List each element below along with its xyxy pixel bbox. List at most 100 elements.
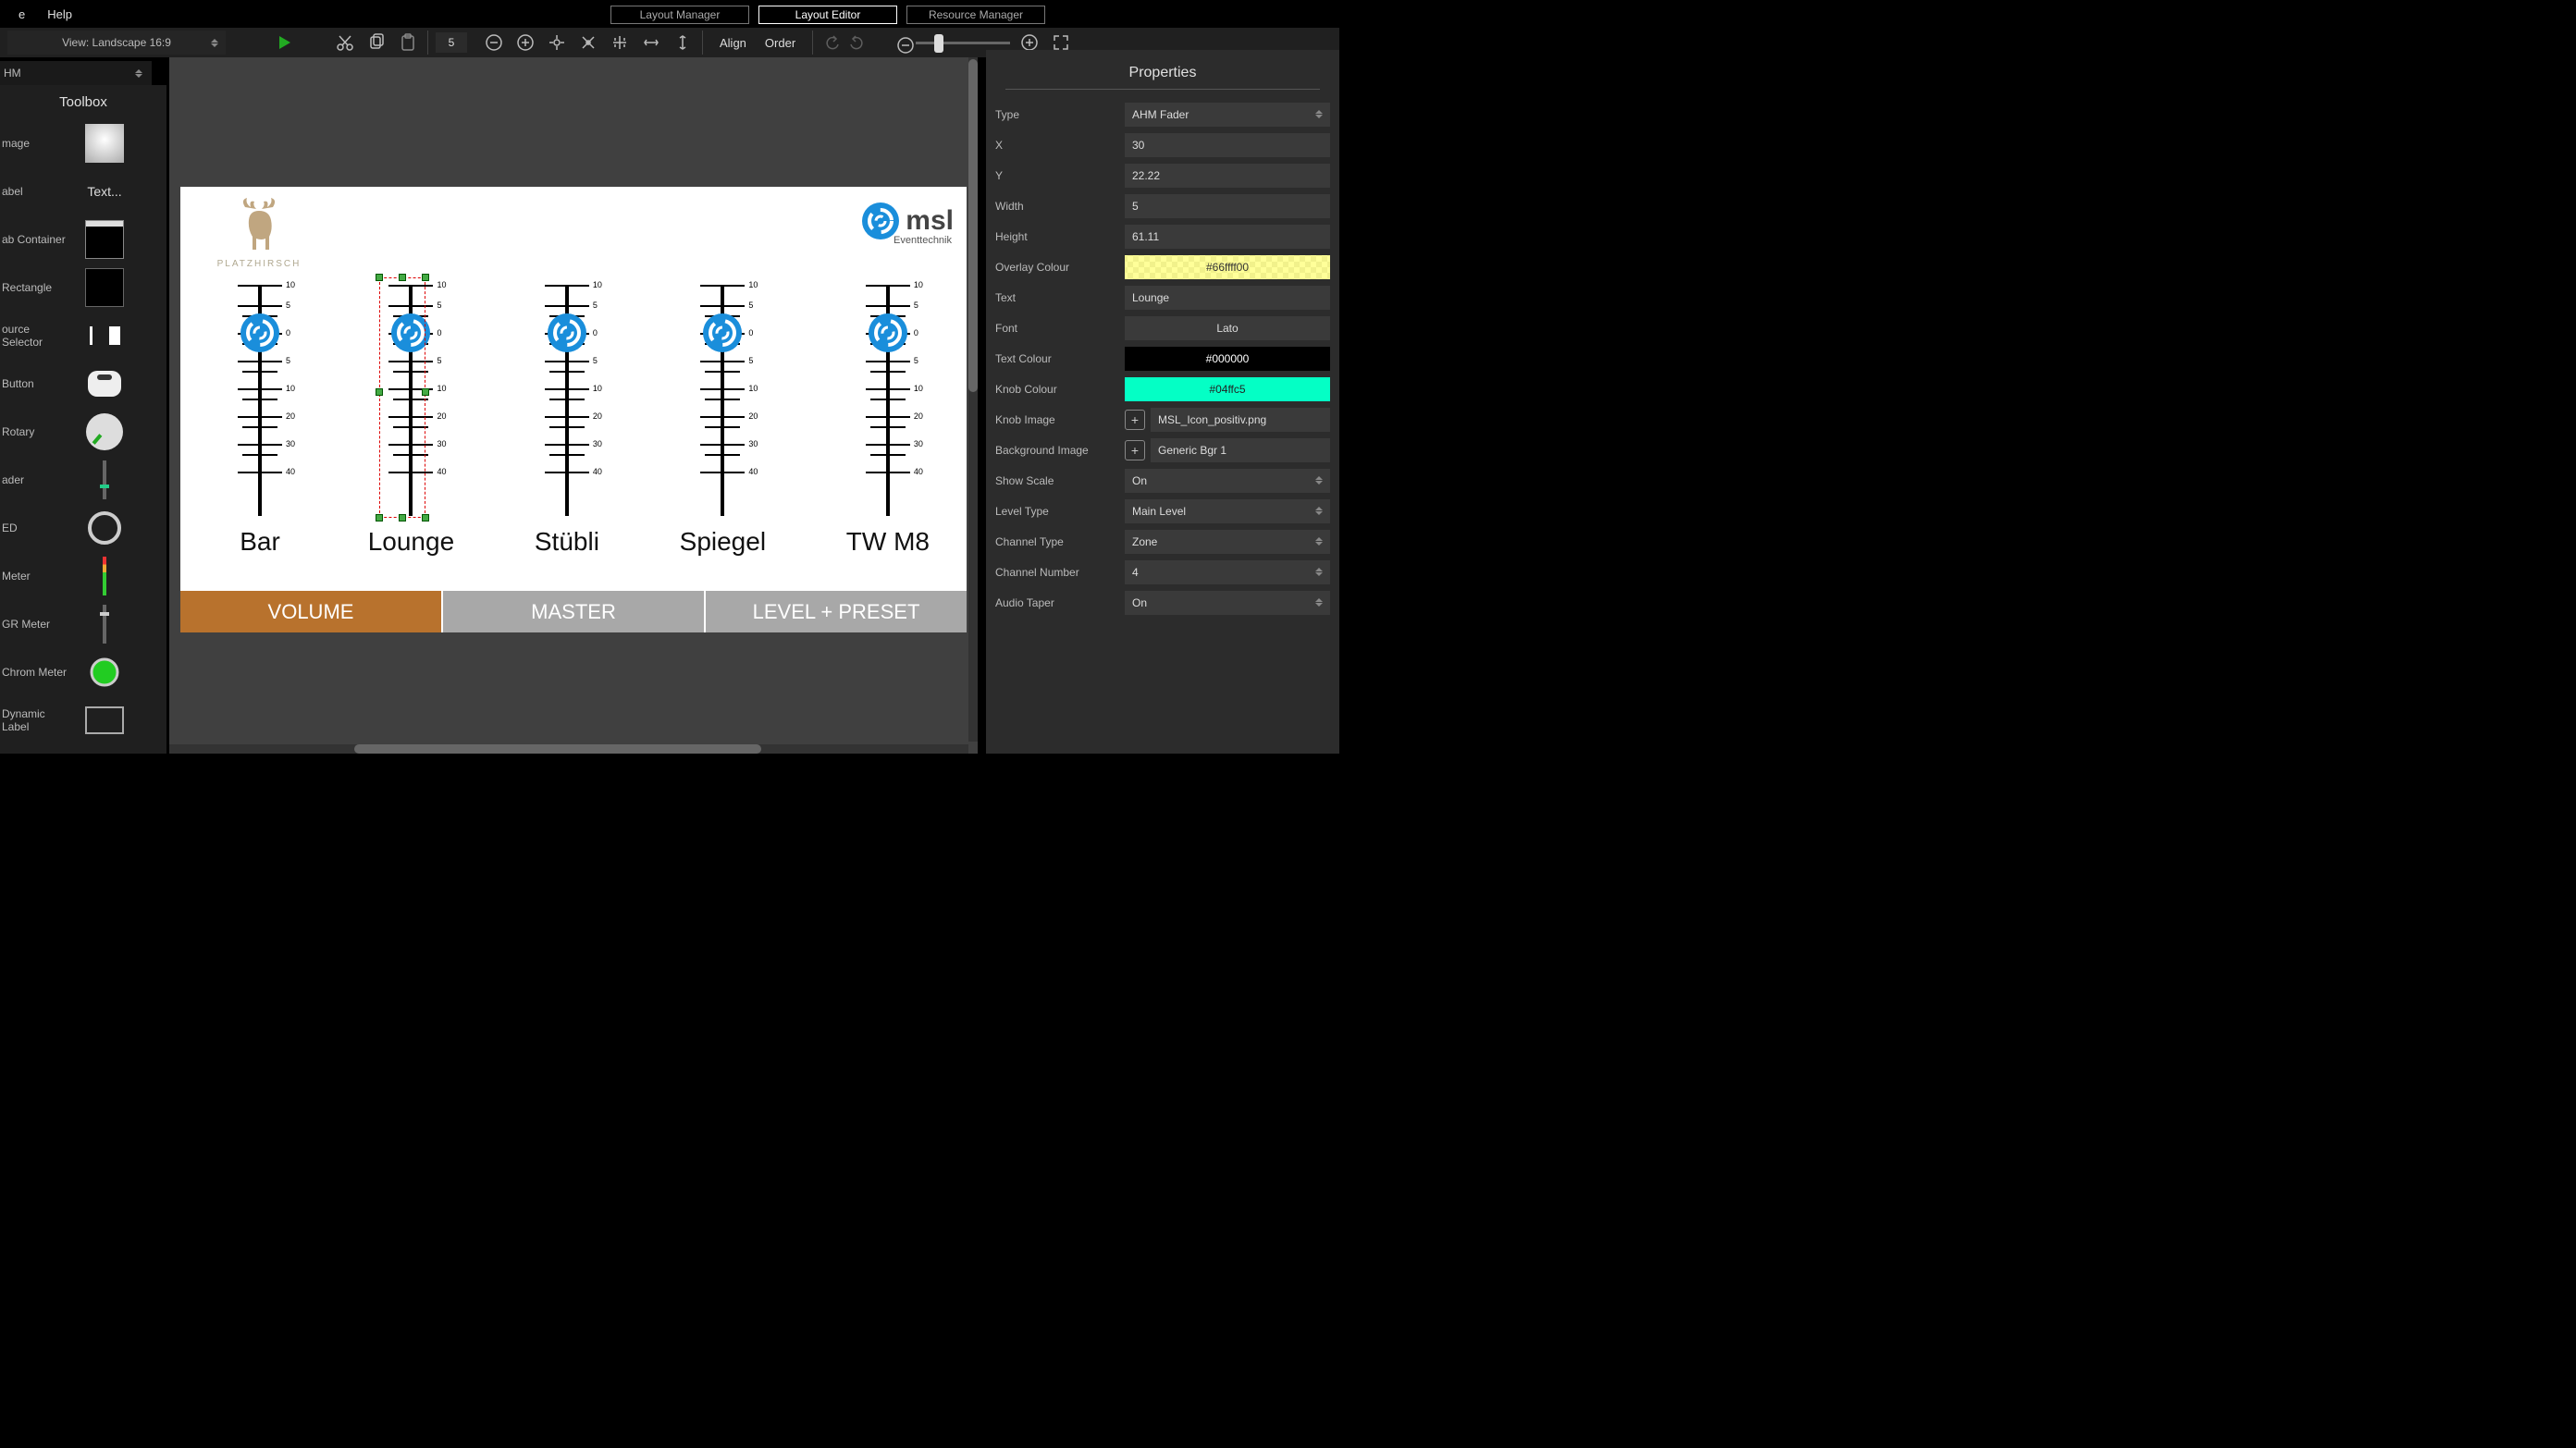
grid-size-input[interactable]: 5 (436, 32, 467, 53)
toolbox-item[interactable]: ED (0, 504, 166, 552)
chevron-updown-icon (1315, 598, 1323, 607)
toolbox-item-icon (85, 509, 124, 547)
toolbox-item[interactable]: abelText... (0, 167, 166, 215)
fader-knob[interactable] (702, 313, 743, 353)
prop-value-input[interactable]: Lounge (1125, 286, 1330, 310)
toolbox-item[interactable]: Rectangle (0, 264, 166, 312)
fader-track[interactable]: 1050510203040 (232, 285, 288, 516)
prop-value-select[interactable]: On (1125, 591, 1330, 615)
redo-icon[interactable] (844, 31, 869, 55)
layout-preview[interactable]: PLATZHIRSCH msl Eventtechnik 10505102030… (180, 187, 967, 632)
toolbox-item[interactable]: Rotary (0, 408, 166, 456)
fader-knob[interactable] (868, 313, 908, 353)
scrollbar-horizontal[interactable] (169, 744, 968, 754)
resize-h-icon[interactable] (639, 31, 663, 55)
device-select[interactable]: HM (0, 61, 152, 85)
toolbox-item-label: ab Container (0, 233, 70, 246)
add-button[interactable]: + (1125, 440, 1145, 460)
fader-knob[interactable] (240, 313, 280, 353)
property-row: FontLato (986, 313, 1339, 343)
tab-level-preset[interactable]: LEVEL + PRESET (706, 591, 967, 632)
snap-cross-icon[interactable] (576, 31, 600, 55)
prop-value-input[interactable]: 5 (1125, 194, 1330, 218)
preview-tabs: VOLUME MASTER LEVEL + PRESET (180, 591, 967, 632)
zoom-out-icon[interactable] (482, 31, 506, 55)
fader[interactable]: 1050510203040Bar (232, 285, 288, 557)
prop-value[interactable]: Lato (1125, 316, 1330, 340)
prop-value-color[interactable]: #04ffc5 (1125, 377, 1330, 401)
zoom-minus-icon[interactable] (894, 33, 918, 57)
play-icon[interactable] (272, 31, 296, 55)
tab-resource-manager[interactable]: Resource Manager (906, 6, 1045, 24)
fader[interactable]: 1050510203040Stübli (535, 285, 599, 557)
slider-track (916, 42, 1010, 44)
tab-layout-manager[interactable]: Layout Manager (610, 6, 749, 24)
prop-value-input[interactable]: 22.22 (1125, 164, 1330, 188)
fader-track[interactable]: 1050510203040 (539, 285, 595, 516)
copy-icon[interactable] (364, 31, 388, 55)
zoom-in-icon[interactable] (513, 31, 537, 55)
prop-label: Background Image (995, 444, 1125, 457)
paste-icon[interactable] (396, 31, 420, 55)
fader-track[interactable]: 1050510203040 (695, 285, 750, 516)
fader[interactable]: 1050510203040TW M8 (846, 285, 930, 557)
resize-v-icon[interactable] (671, 31, 695, 55)
scrollbar-thumb[interactable] (968, 59, 978, 392)
canvas[interactable]: PLATZHIRSCH msl Eventtechnik 10505102030… (169, 57, 978, 754)
undo-icon[interactable] (820, 31, 844, 55)
toolbox-item[interactable]: ader (0, 456, 166, 504)
prop-label: Text Colour (995, 352, 1125, 365)
prop-value-select[interactable]: AHM Fader (1125, 103, 1330, 127)
grid-icon[interactable] (608, 31, 632, 55)
prop-value-input[interactable]: 30 (1125, 133, 1330, 157)
toolbox-item[interactable]: ab Container (0, 215, 166, 264)
menu-item-e[interactable]: e (7, 7, 36, 21)
brand-subtext: Eventtechnik (894, 235, 952, 246)
brand-text: msl (906, 205, 954, 237)
toolbox-item-label: mage (0, 137, 70, 150)
property-row: X30 (986, 129, 1339, 160)
toolbox-item[interactable]: ource Selector (0, 312, 166, 360)
prop-value[interactable]: MSL_Icon_positiv.png (1151, 408, 1330, 432)
toolbox-item[interactable]: Dynamic Label (0, 696, 166, 744)
toolbox-item[interactable]: Meter (0, 552, 166, 600)
order-button[interactable]: Order (756, 36, 805, 50)
fader-track[interactable]: 1050510203040 (383, 285, 438, 516)
fader[interactable]: 1050510203040Lounge (368, 285, 454, 557)
scrollbar-thumb[interactable] (354, 744, 761, 754)
prop-value-overlay[interactable]: #66ffff00 (1125, 255, 1330, 279)
slider-thumb[interactable] (934, 34, 943, 53)
view-select[interactable]: View: Landscape 16:9 (7, 31, 226, 55)
snap-center-icon[interactable] (545, 31, 569, 55)
chevron-updown-icon (1315, 537, 1323, 546)
toolbox-item[interactable]: mage (0, 119, 166, 167)
menu-item-help[interactable]: Help (36, 7, 83, 21)
tab-volume[interactable]: VOLUME (180, 591, 441, 632)
deer-icon (227, 198, 291, 257)
fader[interactable]: 1050510203040Spiegel (680, 285, 766, 557)
toolbox-item[interactable]: Button (0, 360, 166, 408)
prop-value-select[interactable]: 4 (1125, 560, 1330, 584)
align-button[interactable]: Align (710, 36, 756, 50)
toolbox-item[interactable]: Chrom Meter (0, 648, 166, 696)
prop-label: Level Type (995, 505, 1125, 518)
toolbox-item-icon (85, 557, 124, 595)
add-button[interactable]: + (1125, 410, 1145, 430)
fader-track[interactable]: 1050510203040 (860, 285, 916, 516)
toolbox-item-icon (85, 268, 124, 307)
toolbox-item-icon (85, 605, 124, 644)
cut-icon[interactable] (333, 31, 357, 55)
property-row: TypeAHM Fader (986, 99, 1339, 129)
prop-value-select[interactable]: Main Level (1125, 499, 1330, 523)
tab-master[interactable]: MASTER (443, 591, 704, 632)
scrollbar-vertical[interactable] (968, 57, 978, 742)
prop-value-select[interactable]: Zone (1125, 530, 1330, 554)
prop-label: Show Scale (995, 474, 1125, 487)
prop-value-select[interactable]: On (1125, 469, 1330, 493)
toolbox-item[interactable]: GR Meter (0, 600, 166, 648)
tab-layout-editor[interactable]: Layout Editor (758, 6, 897, 24)
prop-value[interactable]: Generic Bgr 1 (1151, 438, 1330, 462)
prop-value-input[interactable]: 61.11 (1125, 225, 1330, 249)
prop-value-color[interactable]: #000000 (1125, 347, 1330, 371)
fader-knob[interactable] (547, 313, 587, 353)
